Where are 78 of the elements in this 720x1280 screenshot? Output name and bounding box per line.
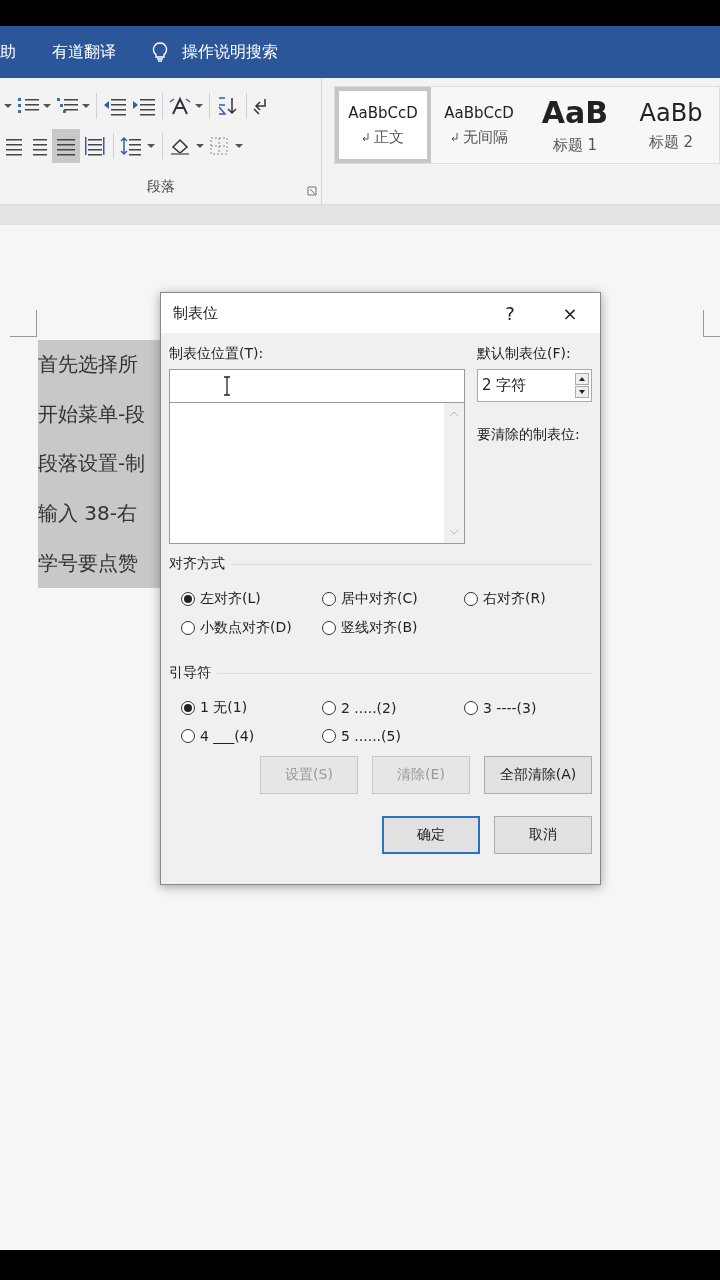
ok-button[interactable]: 确定 xyxy=(382,816,480,854)
sort-icon xyxy=(216,96,240,116)
dialog-launcher-icon[interactable] xyxy=(307,186,317,196)
tell-me-search[interactable]: 操作说明搜索 xyxy=(182,41,278,63)
numbering-icon xyxy=(17,96,51,116)
radio-button[interactable] xyxy=(322,729,336,743)
shading-icon xyxy=(169,136,205,156)
style-label: 正文 xyxy=(374,127,404,147)
cancel-button[interactable]: 取消 xyxy=(494,816,592,854)
field-label: 默认制表位(F): xyxy=(477,344,572,363)
radio-option[interactable]: 5 ......(5) xyxy=(322,728,464,744)
justify-icon xyxy=(54,136,78,156)
decrease-indent-icon xyxy=(103,96,127,116)
style-label: 标题 1 xyxy=(552,136,598,155)
paragraph-return-icon xyxy=(362,132,370,142)
dialog-title: 制表位 xyxy=(173,303,219,323)
document-line: 学号要点赞 xyxy=(38,549,139,577)
document-line: 首先选择所 xyxy=(38,351,139,379)
action-button[interactable]: 全部清除(A) xyxy=(484,756,592,794)
increase-indent-icon xyxy=(132,96,156,116)
document-line: 输入 38-右 xyxy=(38,500,139,528)
group-label: 段落 xyxy=(146,178,175,196)
style-item[interactable]: AaBbCcD 正文 xyxy=(335,87,431,163)
field-label: 制表位位置(T): xyxy=(169,344,265,363)
radio-option[interactable]: 居中对齐(C) xyxy=(322,590,464,608)
radio-option[interactable]: 竖线对齐(B) xyxy=(322,619,464,637)
style-label: 标题 2 xyxy=(648,132,694,152)
spin-down-icon[interactable] xyxy=(575,386,589,398)
document-line: 段落设置-制 xyxy=(38,450,147,478)
radio-button[interactable] xyxy=(181,621,195,635)
multilevel-list-icon xyxy=(56,96,90,116)
style-label: 无间隔 xyxy=(462,127,508,147)
ribbon-tab[interactable]: 有道翻译 xyxy=(52,41,116,63)
margin-corner-mark xyxy=(10,310,37,337)
paragraph-marks-icon xyxy=(253,97,266,115)
paragraph-return-icon xyxy=(450,132,459,142)
style-preview: AaBb xyxy=(639,98,703,127)
margin-corner-mark xyxy=(703,310,720,337)
radio-button[interactable] xyxy=(181,701,195,715)
distributed-icon xyxy=(83,136,107,156)
style-item[interactable]: AaBb 标题 2 xyxy=(623,87,719,163)
radio-button[interactable] xyxy=(322,621,336,635)
section-title: 引导符 xyxy=(169,664,211,682)
radio-button[interactable] xyxy=(322,701,336,715)
radio-option[interactable]: 3 ----(3) xyxy=(464,699,592,717)
spin-up-icon[interactable] xyxy=(575,373,589,385)
borders-icon xyxy=(210,136,244,156)
tab-position-field[interactable] xyxy=(169,369,465,403)
ribbon-tab[interactable]: 助 xyxy=(0,41,16,63)
close-button[interactable]: × xyxy=(540,293,600,333)
radio-button[interactable] xyxy=(464,701,478,715)
radio-button[interactable] xyxy=(181,729,195,743)
radio-button[interactable] xyxy=(322,592,336,606)
radio-option[interactable]: 1 无(1) xyxy=(181,699,322,717)
align-center-icon xyxy=(4,136,24,156)
style-item[interactable]: AaBbCcD 无间隔 xyxy=(431,87,527,163)
style-preview: AaBbCcD xyxy=(348,103,418,122)
lightbulb-icon xyxy=(152,42,168,62)
style-item[interactable]: AaB 标题 1 xyxy=(527,87,623,163)
style-preview: AaBbCcD xyxy=(444,103,514,122)
default-tab-spinbox[interactable]: 2 字符 xyxy=(477,369,592,402)
asian-layout-icon xyxy=(169,96,203,116)
field-label: 要清除的制表位: xyxy=(477,425,581,444)
help-button[interactable]: ? xyxy=(480,293,540,333)
radio-button[interactable] xyxy=(464,592,478,606)
section-title: 对齐方式 xyxy=(169,555,225,573)
radio-option[interactable]: 右对齐(R) xyxy=(464,590,592,608)
toolbar-button[interactable] xyxy=(52,129,80,163)
text-cursor-icon xyxy=(223,376,231,396)
caret-icon xyxy=(4,103,12,109)
document-line: 开始菜单-段 xyxy=(38,400,147,428)
radio-option[interactable]: 2 .....(2) xyxy=(322,699,464,717)
style-preview: AaB xyxy=(541,95,609,130)
radio-option[interactable]: 左对齐(L) xyxy=(181,590,322,608)
radio-option[interactable]: 4 ___(4) xyxy=(181,728,322,744)
radio-option[interactable]: 小数点对齐(D) xyxy=(181,619,322,637)
radio-button[interactable] xyxy=(181,592,195,606)
line-spacing-icon xyxy=(120,136,156,156)
